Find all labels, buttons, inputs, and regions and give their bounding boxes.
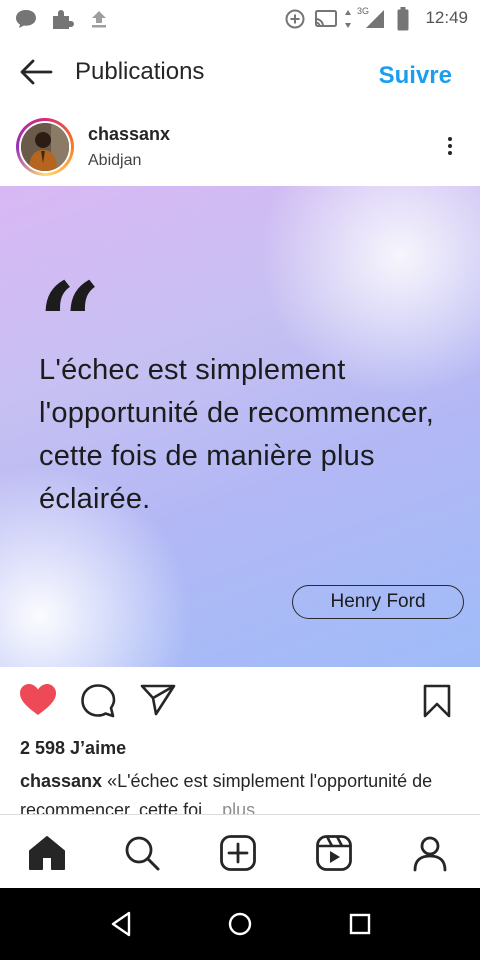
- add-post-icon: [220, 835, 256, 871]
- battery-icon: [397, 7, 409, 31]
- nav-home-button[interactable]: [27, 833, 67, 873]
- quote-mark-icon: “: [38, 258, 102, 387]
- more-dot-icon: [448, 144, 452, 148]
- like-heart-icon[interactable]: [19, 683, 57, 717]
- upload-icon: [92, 11, 106, 28]
- nav-profile-button[interactable]: [410, 833, 450, 873]
- follow-button[interactable]: Suivre: [379, 62, 452, 90]
- recents-square-icon[interactable]: [347, 910, 373, 938]
- back-button[interactable]: [14, 54, 58, 90]
- status-time: 12:49: [425, 8, 468, 27]
- system-navigation-bar: [0, 888, 480, 960]
- caption-username[interactable]: chassanx: [20, 771, 102, 791]
- reels-icon: [316, 835, 352, 871]
- more-dot-icon: [448, 137, 452, 141]
- search-icon: [125, 836, 160, 871]
- home-icon: [29, 836, 65, 870]
- save-bookmark-icon[interactable]: [422, 683, 452, 719]
- data-arrows-icon: [345, 10, 351, 28]
- post-caption[interactable]: chassanx «L'échec est simplement l'oppor…: [20, 767, 460, 815]
- signal-icon: [366, 10, 384, 28]
- post-header: chassanx Abidjan: [0, 110, 480, 186]
- comment-icon[interactable]: [80, 683, 116, 719]
- avatar-story-ring[interactable]: [16, 118, 74, 176]
- post-image[interactable]: “ L'échec est simplement l'opportunité d…: [0, 186, 480, 667]
- more-options-button[interactable]: [442, 134, 458, 164]
- nav-search-button[interactable]: [122, 833, 162, 873]
- post-username[interactable]: chassanx: [88, 124, 170, 145]
- post-location[interactable]: Abidjan: [88, 152, 141, 170]
- page-title: Publications: [75, 58, 205, 85]
- cast-icon: [315, 10, 337, 27]
- puzzle-notification-icon: [53, 10, 74, 29]
- caption-more-link[interactable]: ... plus: [202, 800, 255, 815]
- app-header: Publications Suivre: [0, 38, 480, 110]
- avatar-photo: [21, 123, 69, 171]
- quote-text: L'échec est simplement l'opportunité de …: [39, 354, 434, 515]
- avatar: [19, 121, 71, 173]
- profile-icon: [413, 836, 447, 872]
- post-actions: [0, 667, 480, 737]
- home-circle-icon[interactable]: [226, 910, 254, 938]
- bottom-navigation: [0, 814, 480, 888]
- share-send-icon[interactable]: [140, 683, 176, 717]
- quote-author: Henry Ford: [292, 585, 464, 619]
- nav-reels-button[interactable]: [314, 833, 354, 873]
- back-triangle-icon[interactable]: [108, 910, 134, 938]
- chat-notification-icon: [16, 10, 36, 28]
- status-bar: 3G 12:49: [0, 0, 480, 38]
- nav-create-button[interactable]: [218, 833, 258, 873]
- add-circle-icon: [285, 9, 305, 29]
- more-dot-icon: [448, 151, 452, 155]
- back-arrow-icon: [20, 59, 53, 85]
- likes-count[interactable]: 2 598 J’aime: [20, 738, 126, 759]
